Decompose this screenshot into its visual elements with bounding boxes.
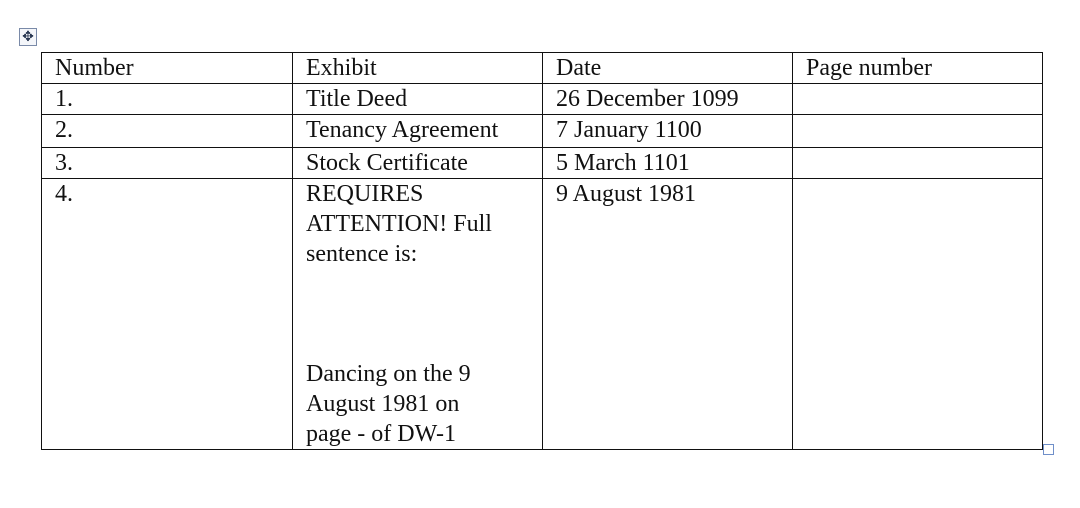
cell-number[interactable]: 1.: [41, 83, 293, 115]
empty-paragraph-gap: [306, 269, 529, 359]
table-row: 3. Stock Certificate 5 March 1101: [41, 147, 1043, 179]
cell-date[interactable]: 9 August 1981: [542, 178, 793, 450]
cell-number[interactable]: 4.: [41, 178, 293, 450]
cell-page-number[interactable]: [792, 83, 1043, 115]
exhibit-note-sentence: Dancing on the 9 August 1981 on page - o…: [306, 361, 471, 447]
cell-page-number[interactable]: [792, 178, 1043, 450]
cell-exhibit[interactable]: REQUIRES ATTENTION! Full sentence is: Da…: [292, 178, 543, 450]
cell-page-number[interactable]: [792, 147, 1043, 179]
header-date[interactable]: Date: [542, 52, 793, 84]
cell-date[interactable]: 7 January 1100: [542, 114, 793, 148]
exhibits-table: Number Exhibit Date Page number 1. Title…: [41, 52, 1043, 450]
table-row: 4. REQUIRES ATTENTION! Full sentence is:…: [41, 178, 1043, 450]
cell-page-number[interactable]: [792, 114, 1043, 148]
header-exhibit[interactable]: Exhibit: [292, 52, 543, 84]
exhibit-note-heading: REQUIRES ATTENTION! Full sentence is:: [306, 181, 492, 267]
cell-number[interactable]: 3.: [41, 147, 293, 179]
table-header-row: Number Exhibit Date Page number: [41, 52, 1043, 84]
cell-exhibit[interactable]: Stock Certificate: [292, 147, 543, 179]
cell-date[interactable]: 5 March 1101: [542, 147, 793, 179]
header-number[interactable]: Number: [41, 52, 293, 84]
cell-number[interactable]: 2.: [41, 114, 293, 148]
cell-exhibit[interactable]: Tenancy Agreement: [292, 114, 543, 148]
table-move-handle-icon[interactable]: ✥: [19, 28, 37, 46]
cell-date[interactable]: 26 December 1099: [542, 83, 793, 115]
table-resize-handle-icon[interactable]: [1043, 444, 1054, 455]
table-row: 2. Tenancy Agreement 7 January 1100: [41, 114, 1043, 148]
header-page-number[interactable]: Page number: [792, 52, 1043, 84]
table-row: 1. Title Deed 26 December 1099: [41, 83, 1043, 115]
cell-exhibit[interactable]: Title Deed: [292, 83, 543, 115]
